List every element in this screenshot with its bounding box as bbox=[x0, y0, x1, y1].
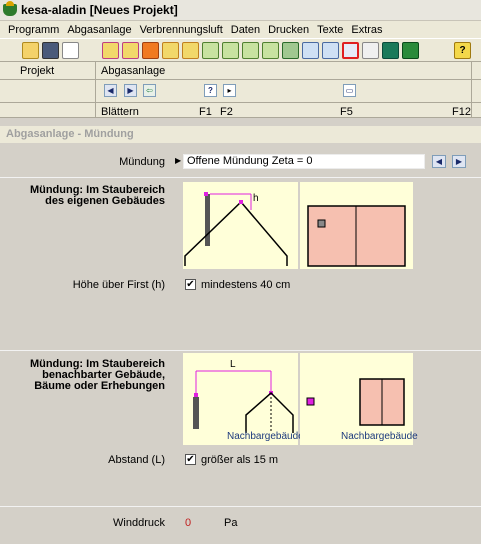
fkey-f12: F12 bbox=[452, 106, 471, 118]
fan-icon[interactable] bbox=[262, 42, 279, 59]
crosshair-icon[interactable] bbox=[202, 42, 219, 59]
fkey-projekt[interactable]: Projekt bbox=[20, 65, 54, 77]
fkey-vdivider-right bbox=[471, 62, 472, 118]
stripes-icon[interactable] bbox=[282, 42, 299, 59]
winddruck-value: 0 bbox=[185, 517, 192, 529]
keyboard-icon[interactable]: ▭ bbox=[343, 84, 356, 97]
abstand-checkbox[interactable]: ✔ bbox=[185, 454, 196, 465]
muendung-next-icon[interactable]: ▶ bbox=[452, 155, 466, 168]
muendung-label: Mündung bbox=[119, 156, 165, 168]
plus-minus-icon[interactable] bbox=[402, 42, 419, 59]
content-area: Mündung ▶ Offene Mündung Zeta = 0 ◀ ▶ Mü… bbox=[0, 143, 481, 544]
menu-extras[interactable]: Extras bbox=[347, 24, 386, 36]
window-icon[interactable] bbox=[102, 42, 119, 59]
abstand-checkbox-label: größer als 15 m bbox=[201, 454, 279, 466]
title-bar: kesa-aladin [Neues Projekt] bbox=[0, 0, 481, 21]
menu-bar: Programm Abgasanlage Verbrennungsluft Da… bbox=[0, 21, 481, 38]
menu-verbrennungsluft[interactable]: Verbrennungsluft bbox=[136, 24, 227, 36]
help-icon-glyph: ? bbox=[459, 45, 466, 56]
fkey-abgasanlage[interactable]: Abgasanlage bbox=[101, 65, 165, 77]
stack-icon[interactable] bbox=[322, 42, 339, 59]
dropdown-arrow-icon[interactable]: ▶ bbox=[175, 156, 181, 165]
pipe-segment-icon[interactable] bbox=[302, 42, 319, 59]
checklist-icon[interactable] bbox=[362, 42, 379, 59]
pipe-bend-icon[interactable] bbox=[222, 42, 239, 59]
fkey-vdivider bbox=[95, 62, 96, 118]
new-document-icon[interactable] bbox=[62, 42, 79, 59]
fkey-f1: F1 bbox=[199, 106, 212, 118]
help-button[interactable]: ? bbox=[204, 84, 217, 97]
staubereich-eigen-row: Mündung: Im Staubereich des eigenen Gebä… bbox=[0, 178, 481, 351]
winddruck-label: Winddruck bbox=[113, 517, 165, 529]
help-button-label: ? bbox=[208, 86, 213, 95]
winddruck-row: Winddruck 0 Pa bbox=[0, 507, 481, 544]
neighbor-caption-left: Nachbargebäude bbox=[227, 431, 304, 442]
toolbar: ? bbox=[0, 38, 481, 62]
open-folder-icon[interactable] bbox=[22, 42, 39, 59]
fkey-divider-top bbox=[0, 79, 481, 80]
own-building-drawing: h bbox=[183, 182, 298, 269]
abstand-label: Abstand (L) bbox=[108, 454, 165, 466]
own-building-top-drawing bbox=[300, 182, 413, 269]
prev-page-icon[interactable]: ◀ bbox=[104, 84, 117, 97]
fkey-f5: F5 bbox=[340, 106, 353, 118]
muendung-select[interactable]: Offene Mündung Zeta = 0 bbox=[183, 154, 425, 169]
play-icon[interactable]: ▸ bbox=[223, 84, 236, 97]
winddruck-unit: Pa bbox=[224, 517, 238, 529]
fkey-f2: F2 bbox=[220, 106, 233, 118]
neighbor-caption-right: Nachbargebäude bbox=[341, 431, 418, 442]
app-icon bbox=[3, 1, 17, 16]
help-icon[interactable]: ? bbox=[454, 42, 471, 59]
roof-chimney-svg: h bbox=[184, 192, 288, 266]
staubereich-eigen-label-2: des eigenen Gebäudes bbox=[45, 195, 165, 207]
hoehe-checkbox-label: mindestens 40 cm bbox=[201, 279, 291, 291]
top-view-svg bbox=[307, 205, 406, 267]
menu-texte[interactable]: Texte bbox=[313, 24, 347, 36]
muendung-row: Mündung ▶ Offene Mündung Zeta = 0 ◀ ▶ bbox=[0, 143, 481, 178]
flame-icon[interactable] bbox=[142, 42, 159, 59]
back-arrow-icon[interactable]: ⇦ bbox=[143, 84, 156, 97]
staubereich-nachbar-row: Mündung: Im Staubereich benachbarter Geb… bbox=[0, 351, 481, 507]
muendung-prev-icon[interactable]: ◀ bbox=[432, 155, 446, 168]
save-icon[interactable] bbox=[42, 42, 59, 59]
menu-programm[interactable]: Programm bbox=[4, 24, 63, 36]
next-page-icon[interactable]: ▶ bbox=[124, 84, 137, 97]
hoehe-checkbox[interactable]: ✔ bbox=[185, 279, 196, 290]
fkey-blaettern: Blättern bbox=[101, 106, 139, 118]
dim-l-label: L bbox=[230, 359, 236, 370]
staubereich-nachbar-label-3: Bäume oder Erhebungen bbox=[34, 380, 165, 392]
fkey-divider-bottom bbox=[0, 102, 481, 103]
panel-header: Abgasanlage - Mündung bbox=[0, 126, 481, 143]
calculator-icon[interactable] bbox=[382, 42, 399, 59]
dim-h-label: h bbox=[253, 193, 259, 204]
grid-icon[interactable] bbox=[182, 42, 199, 59]
hoehe-label: Höhe über First (h) bbox=[72, 279, 165, 291]
function-key-panel: Projekt Abgasanlage ◀ ▶ ⇦ ? ▸ ▭ Blättern… bbox=[0, 62, 481, 118]
menu-drucken[interactable]: Drucken bbox=[264, 24, 313, 36]
boiler-icon[interactable] bbox=[162, 42, 179, 59]
menu-daten[interactable]: Daten bbox=[227, 24, 264, 36]
menu-abgasanlage[interactable]: Abgasanlage bbox=[63, 24, 135, 36]
window-title: kesa-aladin [Neues Projekt] bbox=[21, 3, 178, 17]
chimney-outlet-icon[interactable] bbox=[342, 42, 359, 59]
connector-icon[interactable] bbox=[242, 42, 259, 59]
neighbor-top-drawing: Nachbargebäude bbox=[300, 353, 418, 445]
neighbor-building-drawing: L Nachbargebäude bbox=[183, 353, 304, 445]
chimney-icon[interactable] bbox=[122, 42, 139, 59]
